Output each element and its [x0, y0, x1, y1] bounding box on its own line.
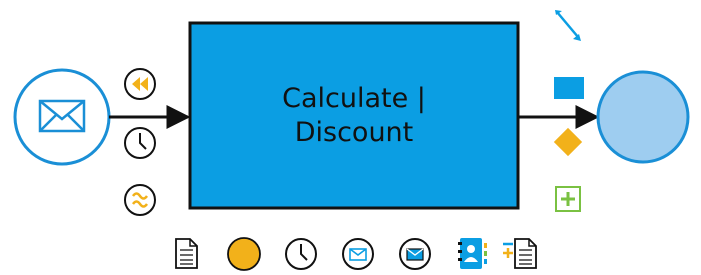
contacts-icon[interactable] — [458, 238, 487, 269]
rewind-icon[interactable] — [124, 68, 156, 100]
envelope-filled-circle-icon[interactable] — [399, 238, 431, 270]
document-icon[interactable] — [175, 238, 198, 269]
start-message-event[interactable] — [13, 68, 111, 166]
envelope-icon — [38, 99, 86, 133]
signal-wave-icon[interactable] — [124, 184, 156, 216]
clock-icon[interactable] — [285, 238, 317, 270]
gateway-diamond-icon[interactable] — [553, 127, 583, 157]
connector-arrow-icon[interactable] — [555, 10, 581, 41]
end-event[interactable] — [596, 70, 690, 164]
add-document-icon[interactable] — [503, 238, 537, 269]
diagram-canvas — [13, 10, 690, 271]
task-box[interactable] — [188, 21, 520, 210]
add-icon[interactable] — [555, 186, 581, 212]
rectangle-task-icon[interactable] — [554, 77, 584, 99]
envelope-circle-icon[interactable] — [342, 238, 374, 270]
circle-event-icon[interactable] — [227, 237, 261, 271]
clock-icon[interactable] — [124, 127, 156, 159]
